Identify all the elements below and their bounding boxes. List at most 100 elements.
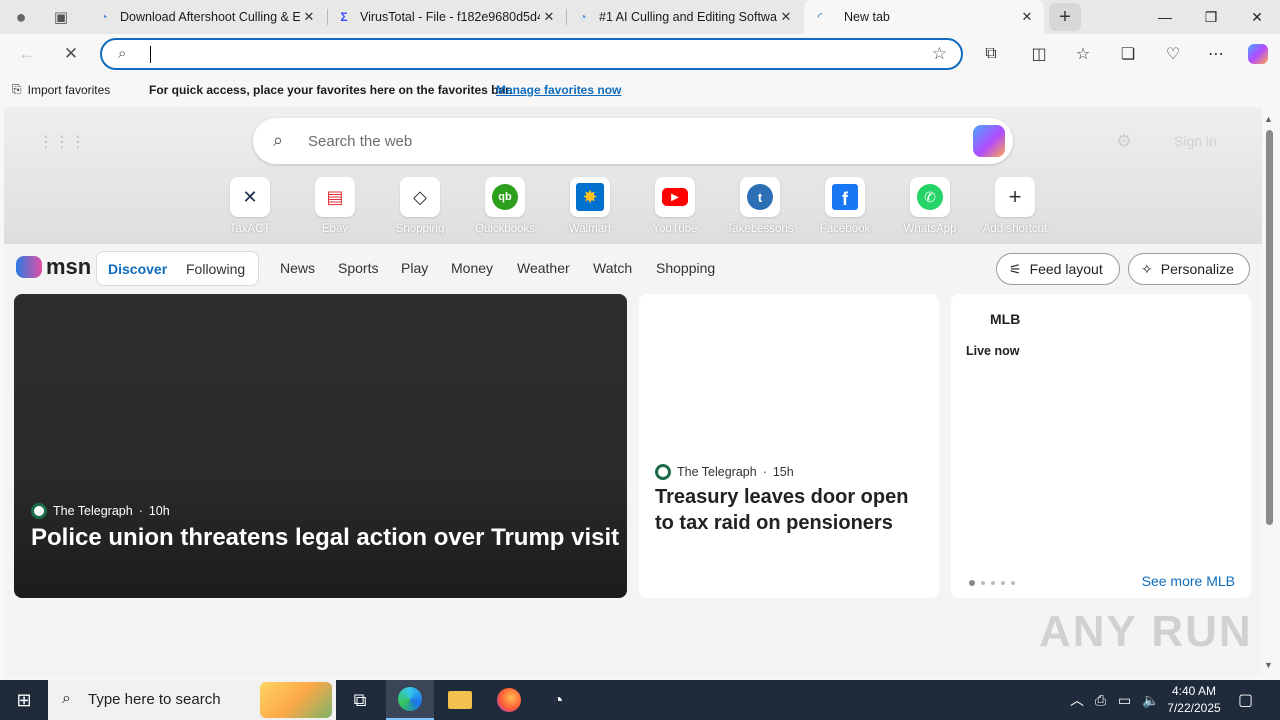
nav-news[interactable]: News [280, 260, 315, 276]
personalize-label: Personalize [1160, 261, 1234, 277]
msn-logo-text: msn [46, 254, 92, 279]
profile-icon[interactable]: ● [6, 2, 36, 32]
address-bar[interactable]: ⌕ ☆ [100, 38, 963, 70]
live-now-label: Live now [966, 344, 1020, 358]
shortcut-shopping[interactable]: ◇ Shopping [380, 177, 460, 235]
tab-following[interactable]: Following [186, 261, 245, 277]
edge-taskbar-icon[interactable] [386, 680, 434, 720]
mlb-card-title: MLB [990, 311, 1021, 327]
feed-layout-button[interactable]: ⚟ Feed layout [996, 253, 1120, 285]
import-favorites-button[interactable]: ⎘ Import favorites [12, 82, 110, 97]
article-headline[interactable]: Police union threatens legal action over… [31, 524, 619, 552]
favorites-bar-message: For quick access, place your favorites h… [149, 83, 513, 97]
search-icon: ⌕ [62, 690, 71, 707]
tab-discover[interactable]: Discover [108, 261, 167, 277]
tab-actions-icon[interactable]: ▣ [46, 2, 76, 32]
task-view-icon[interactable]: ⧉ [336, 680, 384, 720]
tab-title: New tab [844, 10, 890, 24]
nav-play[interactable]: Play [401, 260, 428, 276]
shortcut-quickbooks[interactable]: qb Quickbooks [465, 177, 545, 235]
tab-new-tab[interactable]: ◜ New tab ✕ [804, 0, 1044, 34]
new-tab-button[interactable]: + [1049, 3, 1081, 31]
personalize-button[interactable]: ✧ Personalize [1128, 253, 1250, 285]
aftershoot-taskbar-icon[interactable]: ◔ [534, 680, 582, 720]
more-options-icon[interactable]: ⋯ [1201, 39, 1231, 69]
nav-sports[interactable]: Sports [338, 260, 378, 276]
split-screen-icon[interactable]: ◫ [1024, 39, 1054, 69]
carousel-dot[interactable] [969, 580, 975, 586]
carousel-dot[interactable] [1011, 581, 1015, 585]
browser-essentials-icon[interactable]: ♡ [1158, 39, 1188, 69]
search-icon: ⌕ [118, 45, 127, 62]
msn-butterfly-icon [16, 256, 42, 278]
manage-favorites-link[interactable]: Manage favorites now [496, 83, 621, 97]
scroll-down-icon[interactable]: ▼ [1264, 660, 1273, 670]
notifications-icon[interactable]: ▢ [1238, 680, 1253, 720]
hero-news-card[interactable]: The Telegraph · 10h Police union threate… [14, 294, 627, 598]
close-tab-icon[interactable]: ✕ [300, 8, 318, 26]
tab-aftershoot-download[interactable]: ◔ Download Aftershoot Culling & E ✕ [88, 2, 326, 32]
settings-gear-icon[interactable]: ⚙ [1116, 131, 1132, 152]
page-scrollbar[interactable]: ▲ ▼ [1262, 110, 1276, 672]
back-icon[interactable]: ← [12, 39, 42, 69]
favorites-icon[interactable]: ☆ [1068, 39, 1098, 69]
shortcut-label: TaxACT [229, 223, 271, 235]
shortcut-facebook[interactable]: f Facebook [805, 177, 885, 235]
see-more-mlb-link[interactable]: See more MLB [1142, 573, 1235, 589]
tab-ai-culling[interactable]: ◔ #1 AI Culling and Editing Softwar ✕ [567, 2, 803, 32]
telegraph-logo-icon [31, 503, 47, 519]
shortcut-taxact[interactable]: ✕ TaxACT [210, 177, 290, 235]
search-placeholder: Search the web [308, 133, 413, 150]
close-tab-icon[interactable]: ✕ [1018, 8, 1036, 26]
scrollbar-thumb[interactable] [1266, 130, 1273, 525]
msn-logo[interactable]: msn [16, 254, 91, 280]
nav-money[interactable]: Money [451, 260, 493, 276]
shortcut-youtube[interactable]: ▶ YouTube [635, 177, 715, 235]
copilot-icon[interactable] [1243, 39, 1273, 69]
firefox-icon[interactable] [485, 680, 533, 720]
feed-segment-control: Discover Following [96, 251, 259, 286]
shortcut-takelessons[interactable]: t TakeLessons [720, 177, 800, 235]
taskbar-search-box[interactable]: ⌕ Type here to search [48, 680, 336, 720]
shortcut-ebay[interactable]: ▤ Ebay [295, 177, 375, 235]
windows-start-icon[interactable]: ⊞ [0, 680, 48, 720]
collections-icon[interactable]: ❏ [1113, 39, 1143, 69]
close-window-icon[interactable]: ✕ [1234, 0, 1280, 34]
tab-virustotal[interactable]: Σ VirusTotal - File - f182e9680d5d4 ✕ [328, 2, 566, 32]
nav-weather[interactable]: Weather [517, 260, 570, 276]
carousel-dot[interactable] [981, 581, 985, 585]
minimize-icon[interactable]: — [1142, 0, 1188, 34]
copilot-icon[interactable] [973, 125, 1005, 157]
tab-title: VirusTotal - File - f182e9680d5d4 [360, 10, 540, 24]
scroll-up-icon[interactable]: ▲ [1264, 114, 1273, 124]
carousel-dot[interactable] [1001, 581, 1005, 585]
show-hidden-icons[interactable]: ︿ [1070, 680, 1084, 720]
favorite-star-icon[interactable]: ☆ [932, 44, 947, 64]
ebay-icon: ▤ [315, 177, 355, 217]
web-search-box[interactable]: ⌕ Search the web [253, 118, 1013, 164]
network-icon[interactable]: ▭ [1118, 680, 1131, 720]
close-tab-icon[interactable]: ✕ [540, 8, 558, 26]
meet-now-icon[interactable]: ⎙ [1095, 680, 1106, 720]
news-card[interactable]: The Telegraph · 15h Treasury leaves door… [639, 294, 939, 598]
aftershoot-icon: ◔ [579, 10, 587, 24]
stop-loading-icon[interactable]: ✕ [56, 39, 86, 69]
mlb-card[interactable]: MLB Live now See more MLB [951, 294, 1251, 598]
shortcut-add[interactable]: + Add shortcut [975, 177, 1055, 235]
sign-in-link[interactable]: Sign in [1174, 133, 1217, 149]
close-tab-icon[interactable]: ✕ [777, 8, 795, 26]
system-clock[interactable]: 4:40 AM 7/22/2025 [1166, 683, 1222, 717]
nav-watch[interactable]: Watch [593, 260, 632, 276]
extensions-icon[interactable]: ⧉ [976, 39, 1006, 69]
carousel-dot[interactable] [991, 581, 995, 585]
shortcut-whatsapp[interactable]: ✆ WhatsApp [890, 177, 970, 235]
volume-icon[interactable]: 🔈 [1142, 680, 1159, 720]
restore-icon[interactable]: ❐ [1188, 0, 1234, 34]
carousel-dots[interactable] [969, 580, 1015, 586]
new-tab-header: ⋮⋮⋮ ⌕ Search the web ⚙ Sign in ✕ TaxACT … [4, 107, 1262, 244]
nav-shopping[interactable]: Shopping [656, 260, 715, 276]
article-headline[interactable]: Treasury leaves door open to tax raid on… [655, 484, 930, 536]
shortcut-walmart[interactable]: ✸ Walmart [550, 177, 630, 235]
app-launcher-icon[interactable]: ⋮⋮⋮ [38, 132, 86, 152]
file-explorer-icon[interactable] [436, 680, 484, 720]
